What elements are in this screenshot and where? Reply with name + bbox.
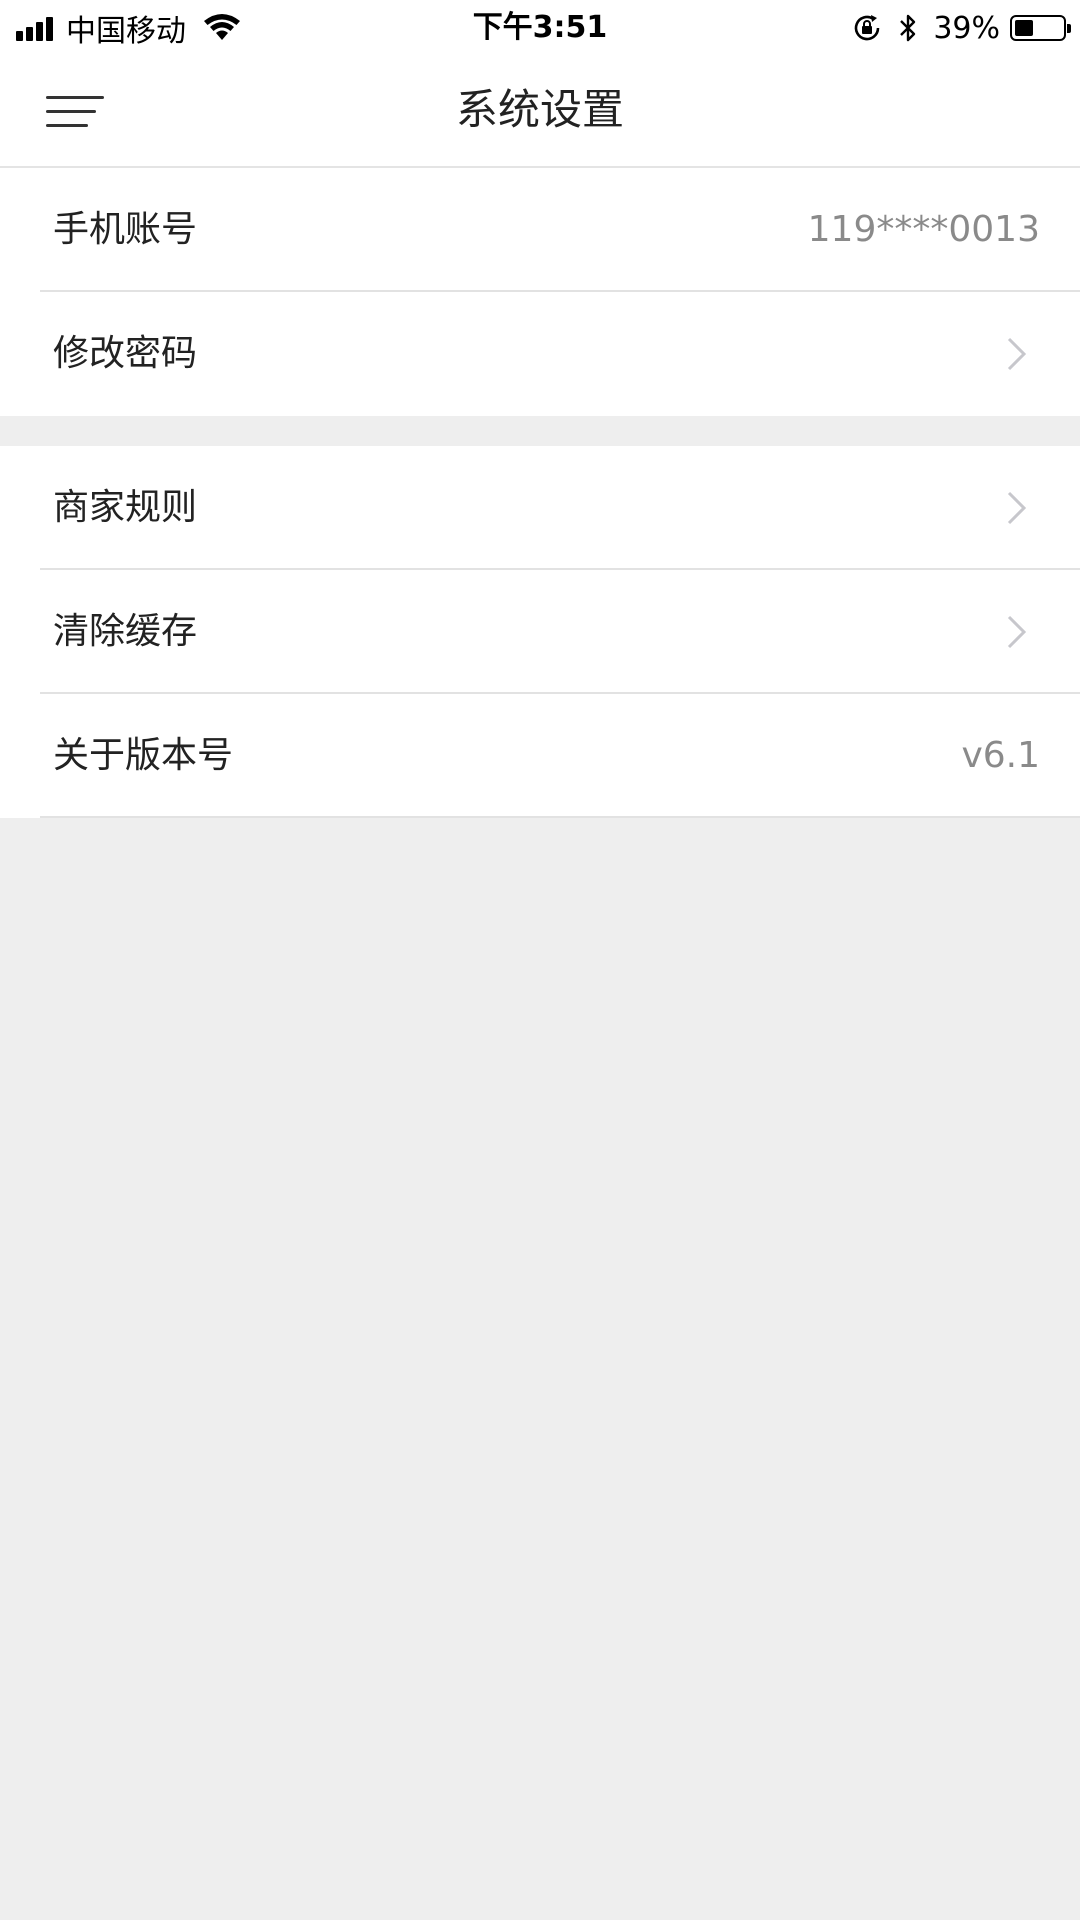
nav-bar: 系统设置 (0, 54, 1080, 168)
battery-percent: 39% (933, 10, 1000, 46)
battery-fill (1015, 20, 1033, 36)
bluetooth-icon (900, 14, 916, 42)
row-label: 商家规则 (53, 487, 198, 528)
row-label: 修改密码 (53, 333, 198, 374)
row-label: 清除缓存 (53, 611, 198, 652)
row-label: 关于版本号 (53, 735, 234, 776)
status-bar: 中国移动 下午3:51 39% (0, 0, 1080, 54)
page-title: 系统设置 (455, 85, 624, 134)
row-phone-account: 手机账号 119****0013 (0, 168, 1080, 292)
settings-group-account: 手机账号 119****0013 修改密码 (0, 168, 1080, 416)
settings-group-general: 商家规则 清除缓存 关于版本号 v6.1 (0, 446, 1080, 818)
settings-screen: 中国移动 下午3:51 39% 系统设置 手机账号 119****0013 修改… (0, 0, 1080, 1920)
phone-number-value: 119****0013 (807, 209, 1040, 250)
rotation-lock-icon (855, 15, 880, 41)
row-about-version[interactable]: 关于版本号 v6.1 (0, 694, 1080, 818)
chevron-right-icon (1007, 337, 1027, 371)
battery-icon (1010, 15, 1071, 41)
status-right: 39% (851, 8, 1071, 48)
row-merchant-rules[interactable]: 商家规则 (0, 446, 1080, 570)
version-value: v6.1 (961, 735, 1040, 776)
chevron-right-icon (1007, 615, 1027, 649)
row-change-password[interactable]: 修改密码 (0, 292, 1080, 416)
row-clear-cache[interactable]: 清除缓存 (0, 570, 1080, 694)
divider (40, 816, 1080, 818)
battery-cap (1067, 24, 1071, 33)
row-label: 手机账号 (53, 209, 198, 250)
chevron-right-icon (1007, 491, 1027, 525)
